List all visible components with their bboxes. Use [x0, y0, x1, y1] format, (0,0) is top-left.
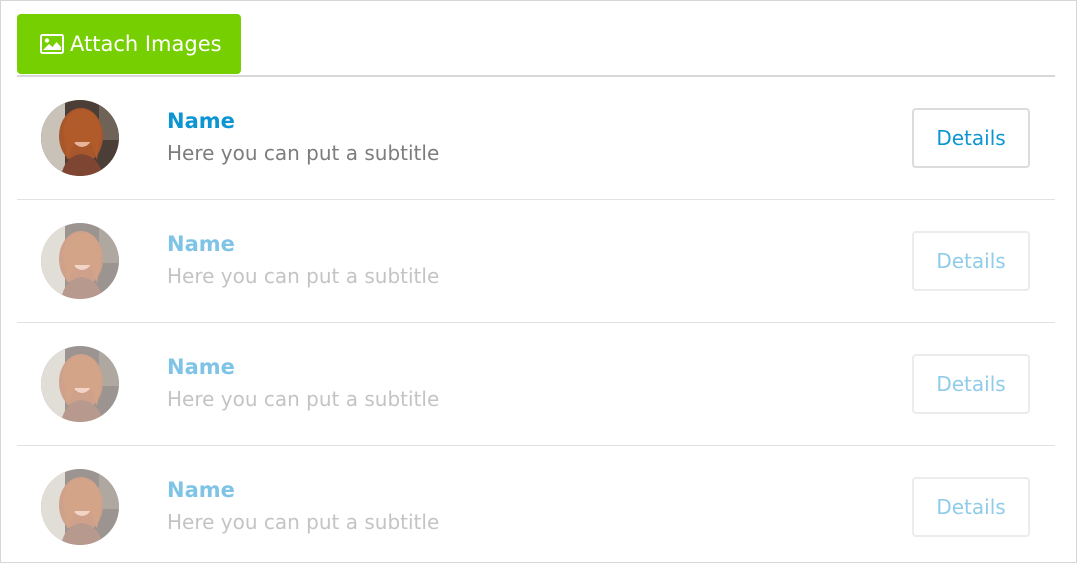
- avatar: [41, 100, 119, 176]
- list-item: Name Here you can put a subtitle Details: [17, 323, 1055, 446]
- avatar: [41, 346, 119, 422]
- app-frame: Attach Images Name Here you can put a su…: [0, 0, 1077, 563]
- list-item: Name Here you can put a subtitle Details: [17, 446, 1055, 563]
- person-name: Name: [167, 355, 235, 379]
- people-list: Name Here you can put a subtitle Details…: [17, 77, 1055, 563]
- avatar: [41, 469, 119, 545]
- avatar: [41, 223, 119, 299]
- details-button[interactable]: Details: [912, 354, 1030, 414]
- person-subtitle: Here you can put a subtitle: [167, 141, 440, 165]
- person-name: Name: [167, 109, 235, 133]
- attach-images-label: Attach Images: [70, 32, 222, 56]
- details-button[interactable]: Details: [912, 477, 1030, 537]
- person-subtitle: Here you can put a subtitle: [167, 264, 440, 288]
- person-subtitle: Here you can put a subtitle: [167, 510, 440, 534]
- list-item: Name Here you can put a subtitle Details: [17, 200, 1055, 323]
- details-button[interactable]: Details: [912, 108, 1030, 168]
- list-item: Name Here you can put a subtitle Details: [17, 77, 1055, 200]
- person-name: Name: [167, 232, 235, 256]
- details-button[interactable]: Details: [912, 231, 1030, 291]
- attach-images-button[interactable]: Attach Images: [17, 14, 241, 74]
- person-subtitle: Here you can put a subtitle: [167, 387, 440, 411]
- image-icon: [40, 34, 64, 54]
- person-name: Name: [167, 478, 235, 502]
